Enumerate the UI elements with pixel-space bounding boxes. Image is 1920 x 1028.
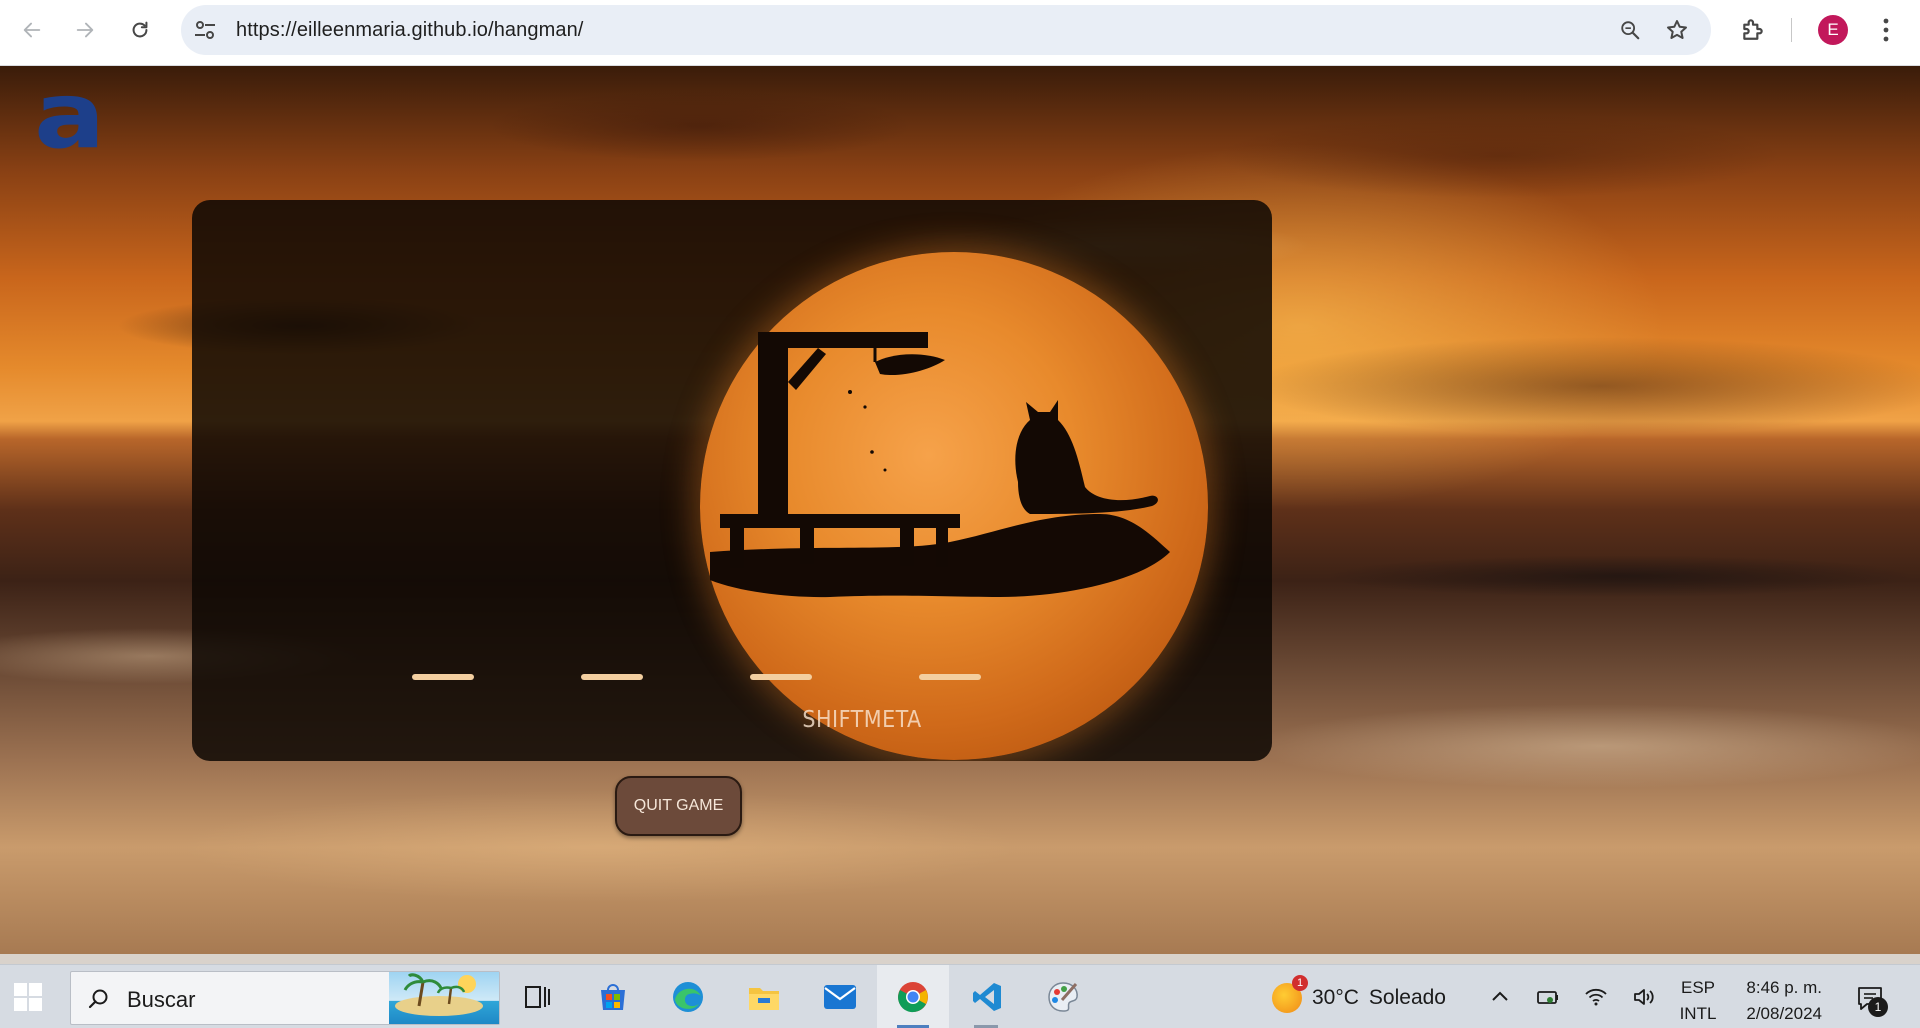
letter-slot <box>919 674 981 680</box>
notifications-badge: 1 <box>1868 997 1888 1017</box>
hangman-page: a SHIFTMETA QUIT GAME <box>0 66 1920 954</box>
address-bar[interactable]: https://eilleenmaria.github.io/hangman/ <box>181 5 1711 55</box>
site-settings-icon[interactable] <box>193 19 217 41</box>
volume-icon[interactable] <box>1632 985 1656 1009</box>
game-panel: SHIFTMETA <box>192 200 1272 761</box>
reload-icon <box>132 21 148 38</box>
weather-alert-badge: 1 <box>1292 975 1308 991</box>
chrome-icon[interactable] <box>893 977 933 1017</box>
search-icon <box>88 989 108 1009</box>
keyboard-layout: INTL <box>1679 1004 1717 1023</box>
horizontal-scrollbar[interactable] <box>0 954 1920 964</box>
paint-icon[interactable] <box>1043 977 1083 1017</box>
forward-icon <box>76 22 94 38</box>
letter-slot <box>581 674 643 680</box>
input-language[interactable]: ESP INTL <box>1678 975 1718 1027</box>
letter-slot <box>412 674 474 680</box>
extensions-icon[interactable] <box>1740 16 1766 42</box>
browser-toolbar: https://eilleenmaria.github.io/hangman/ … <box>0 0 1920 66</box>
bookmark-star-icon[interactable] <box>1665 18 1689 42</box>
back-button[interactable] <box>14 12 50 48</box>
word-letter-slots <box>412 674 981 684</box>
weather-widget[interactable]: 1 30°C Soleado <box>1272 975 1446 1015</box>
system-clock[interactable]: 8:46 p. m. 2/08/2024 <box>1738 975 1822 1027</box>
battery-icon[interactable] <box>1536 985 1560 1009</box>
zoom-icon[interactable] <box>1619 19 1641 41</box>
island-icon <box>395 973 483 1016</box>
clock-date: 2/08/2024 <box>1746 1004 1822 1023</box>
file-explorer-icon[interactable] <box>744 977 784 1017</box>
search-placeholder: Buscar <box>127 987 196 1012</box>
reload-button[interactable] <box>122 12 158 48</box>
task-view-icon[interactable] <box>517 977 557 1017</box>
toolbar-separator <box>1791 18 1792 42</box>
chevron-up-icon[interactable] <box>1488 985 1512 1009</box>
sun-icon: 1 <box>1272 975 1308 1013</box>
clock-time: 8:46 p. m. <box>1746 978 1822 997</box>
menu-dots-icon[interactable] <box>1876 16 1896 44</box>
mail-icon[interactable] <box>820 977 860 1017</box>
weather-temperature: 30°C <box>1312 986 1359 1009</box>
site-logo[interactable]: a <box>34 70 105 162</box>
search-highlight-image <box>389 972 499 1024</box>
letter-slot <box>750 674 812 680</box>
profile-avatar[interactable]: E <box>1818 15 1848 45</box>
illustration-watermark: SHIFTMETA <box>802 707 922 733</box>
microsoft-store-icon[interactable] <box>593 977 633 1017</box>
edge-icon[interactable] <box>668 977 708 1017</box>
windows-taskbar: Buscar 1 30°C Soleado ESP INTL 8:46 p. m… <box>0 964 1920 1028</box>
url-text[interactable]: https://eilleenmaria.github.io/hangman/ <box>236 19 583 42</box>
quit-game-button[interactable]: QUIT GAME <box>615 776 742 836</box>
wifi-icon[interactable] <box>1584 985 1608 1009</box>
weather-condition: Soleado <box>1368 986 1446 1009</box>
language-code: ESP <box>1680 978 1716 997</box>
forward-button[interactable] <box>67 12 103 48</box>
taskbar-search[interactable]: Buscar <box>70 971 500 1025</box>
back-icon <box>23 22 41 38</box>
vscode-icon[interactable] <box>967 977 1007 1017</box>
windows-start-icon[interactable] <box>14 983 42 1011</box>
